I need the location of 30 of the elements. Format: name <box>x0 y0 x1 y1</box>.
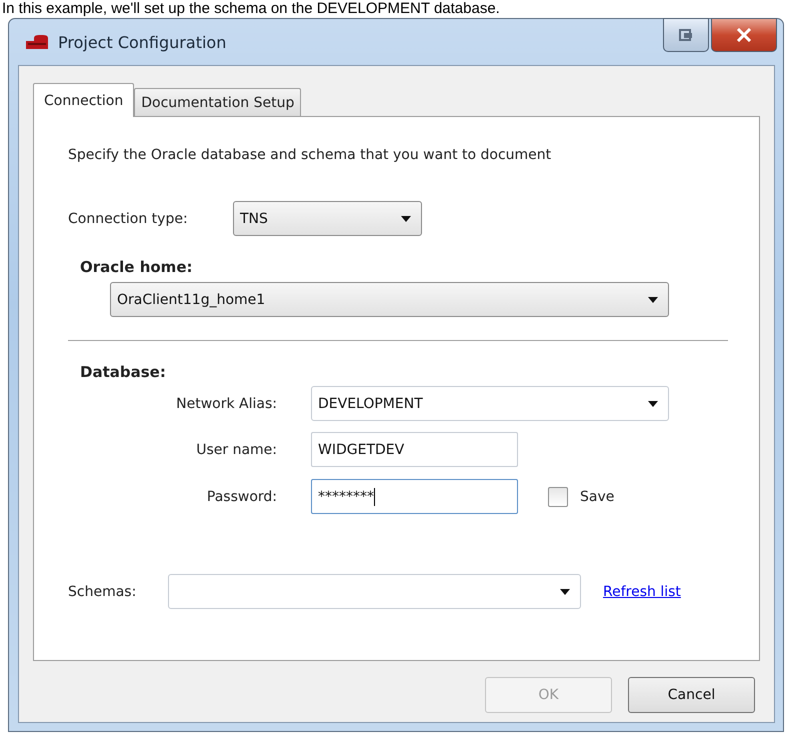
caption-text: In this example, we'll set up the schema on the DEVELOPMENT database. <box>2 0 500 18</box>
oracle-home-dropdown[interactable]: OraClient11g_home1 <box>110 282 669 317</box>
tab[interactable]: Documentation Setup <box>134 88 302 116</box>
close-icon <box>736 28 752 42</box>
restore-icon <box>679 29 693 41</box>
schemas-label: Schemas: <box>68 584 138 600</box>
tab[interactable]: Connection <box>33 83 134 117</box>
database-icon <box>26 35 50 49</box>
restore-button[interactable] <box>663 18 709 52</box>
dropdown-arrow-icon <box>560 588 570 594</box>
refresh-list-link[interactable]: Refresh list <box>603 584 681 600</box>
save-label: Save <box>580 488 614 504</box>
dropdown-arrow-icon <box>401 216 411 222</box>
network-alias-dropdown[interactable]: DEVELOPMENT <box>311 386 669 421</box>
connection-type-label: Connection type: <box>68 210 189 226</box>
oracle-home-heading: Oracle home: <box>80 258 194 276</box>
close-button[interactable] <box>711 18 777 52</box>
password-field[interactable]: ******** <box>311 479 518 514</box>
network-alias-label: Network Alias: <box>175 396 278 412</box>
dropdown-arrow-icon <box>648 296 658 302</box>
description-text: Specify the Oracle database and schema that you want to document <box>68 147 552 163</box>
save-checkbox[interactable] <box>548 486 568 506</box>
user-name-label: User name: <box>195 442 278 458</box>
password-label: Password: <box>206 488 278 504</box>
window-title: Project Configuration <box>58 32 226 52</box>
cancel-button[interactable]: Cancel <box>628 677 755 713</box>
connection-type-dropdown[interactable]: TNS <box>233 201 422 236</box>
database-heading: Database: <box>80 363 167 381</box>
dropdown-arrow-icon <box>648 400 658 406</box>
user-name-field[interactable]: WIDGETDEV <box>311 432 518 467</box>
